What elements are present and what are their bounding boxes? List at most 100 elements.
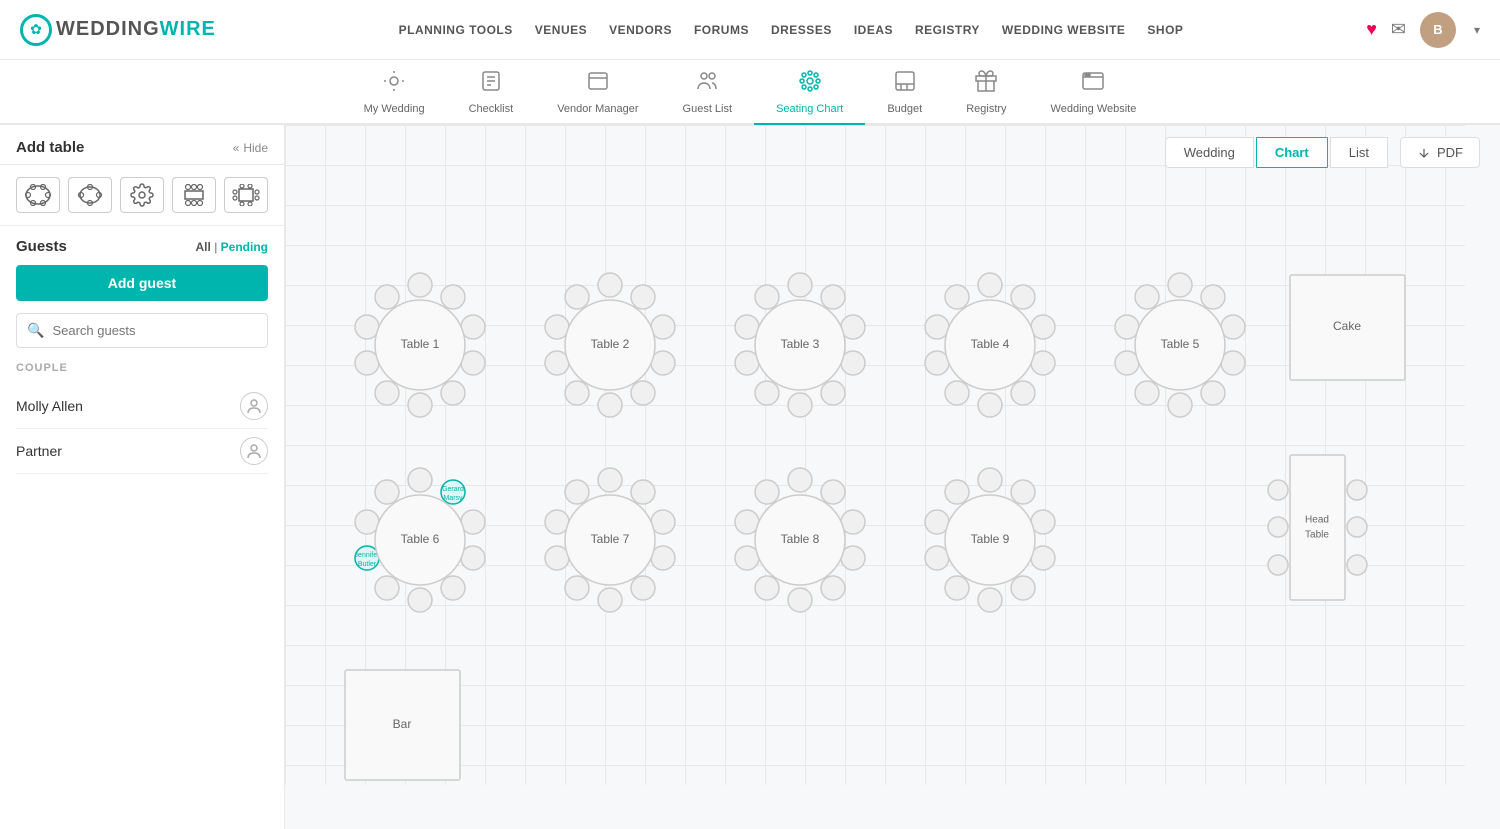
nav-link-vendors[interactable]: VENDORS: [609, 23, 672, 37]
add-rect-table-btn[interactable]: [172, 177, 216, 213]
guest-avatar-partner[interactable]: [240, 437, 268, 465]
table-8[interactable]: Table 8: [735, 468, 865, 612]
nav-link-venues[interactable]: VENUES: [535, 23, 587, 37]
heart-icon[interactable]: ♥: [1366, 19, 1377, 40]
filter-pending[interactable]: Pending: [221, 240, 268, 254]
guest-item-partner: Partner: [16, 429, 268, 474]
guests-section: Guests All | Pending Add guest 🔍 COUPLE …: [0, 226, 284, 829]
checklist-icon: [479, 69, 503, 99]
logo-icon: ✿: [30, 21, 42, 38]
nav-link-forums[interactable]: FORUMS: [694, 23, 749, 37]
nav-wedding-website[interactable]: Wedding Website: [1029, 60, 1159, 125]
top-nav-right: ♥ ✉ B ▾: [1366, 12, 1480, 48]
avatar[interactable]: B: [1420, 12, 1456, 48]
svg-text:Gerard: Gerard: [442, 486, 464, 493]
add-table-title: Add table: [16, 139, 84, 156]
bar-table[interactable]: Bar: [345, 670, 460, 780]
svg-text:Table 9: Table 9: [971, 532, 1010, 546]
logo[interactable]: ✿ WEDDINGWIRE: [20, 14, 216, 46]
my-wedding-icon: [382, 69, 406, 99]
search-input[interactable]: [52, 323, 257, 338]
nav-link-planning[interactable]: PLANNING TOOLS: [399, 23, 513, 37]
svg-text:Bar: Bar: [393, 717, 412, 731]
tab-wedding[interactable]: Wedding: [1165, 137, 1254, 168]
table-6[interactable]: Gerard Marsy Jennifer Butler Table 6: [355, 468, 485, 612]
nav-budget-label: Budget: [887, 103, 922, 115]
table-9[interactable]: Table 9: [925, 468, 1055, 612]
couple-section-label: COUPLE: [16, 362, 268, 374]
chart-toolbar: Wedding Chart List PDF: [1165, 137, 1480, 168]
logo-ring: ✿: [20, 14, 52, 46]
nav-vendor-manager[interactable]: Vendor Manager: [535, 60, 660, 125]
seating-chart-icon: [798, 69, 822, 99]
nav-guest-list-label: Guest List: [683, 103, 733, 115]
svg-text:Table 3: Table 3: [781, 337, 820, 351]
svg-text:Head: Head: [1305, 515, 1329, 526]
nav-link-ideas[interactable]: IDEAS: [854, 23, 893, 37]
guest-item-molly: Molly Allen: [16, 384, 268, 429]
logo-wire: WIRE: [160, 18, 216, 40]
vendor-manager-icon: [586, 69, 610, 99]
nav-wedding-website-label: Wedding Website: [1051, 103, 1137, 115]
registry-icon: [974, 69, 998, 99]
guest-list-icon: [695, 69, 719, 99]
wedding-website-icon: [1081, 69, 1105, 99]
search-box: 🔍: [16, 313, 268, 348]
guest-avatar-molly[interactable]: [240, 392, 268, 420]
cake-table[interactable]: Cake: [1290, 275, 1405, 380]
pdf-button[interactable]: PDF: [1400, 137, 1480, 168]
svg-text:Table 2: Table 2: [591, 337, 630, 351]
table-2[interactable]: Table 2: [545, 273, 675, 417]
nav-checklist-label: Checklist: [469, 103, 514, 115]
hide-chevron-icon: «: [233, 141, 240, 155]
mail-icon[interactable]: ✉: [1391, 19, 1406, 40]
svg-text:Butler: Butler: [358, 561, 377, 568]
add-round-table-small-btn[interactable]: [68, 177, 112, 213]
table-1[interactable]: Table 1: [355, 273, 485, 417]
nav-link-wedding-website[interactable]: WEDDING WEBSITE: [1002, 23, 1126, 37]
top-nav-links: PLANNING TOOLS VENUES VENDORS FORUMS DRE…: [399, 23, 1184, 37]
hide-button[interactable]: « Hide: [233, 141, 268, 155]
nav-seating-chart[interactable]: Seating Chart: [754, 60, 865, 125]
nav-my-wedding[interactable]: My Wedding: [342, 60, 447, 125]
nav-seating-chart-label: Seating Chart: [776, 103, 843, 115]
add-guest-button[interactable]: Add guest: [16, 265, 268, 301]
nav-link-dresses[interactable]: DRESSES: [771, 23, 832, 37]
top-nav: ✿ WEDDINGWIRE PLANNING TOOLS VENUES VEND…: [0, 0, 1500, 60]
logo-text: WEDDINGWIRE: [56, 18, 216, 41]
tab-chart[interactable]: Chart: [1256, 137, 1328, 168]
table-4[interactable]: Table 4: [925, 273, 1055, 417]
tab-list[interactable]: List: [1330, 137, 1388, 168]
table-3[interactable]: Table 3: [735, 273, 865, 417]
nav-checklist[interactable]: Checklist: [447, 60, 536, 125]
nav-budget[interactable]: Budget: [865, 60, 944, 125]
nav-vendor-manager-label: Vendor Manager: [557, 103, 638, 115]
add-gear-table-btn[interactable]: [120, 177, 164, 213]
seating-chart-svg[interactable]: Table 1 Table 2: [285, 125, 1465, 829]
guest-name-partner: Partner: [16, 443, 62, 459]
chart-area[interactable]: Wedding Chart List PDF: [285, 125, 1500, 829]
nav-guest-list[interactable]: Guest List: [661, 60, 755, 125]
guest-name-molly: Molly Allen: [16, 398, 83, 414]
guests-header: Guests All | Pending: [16, 238, 268, 255]
nav-registry[interactable]: Registry: [944, 60, 1028, 125]
add-square-table-btn[interactable]: [224, 177, 268, 213]
nav-my-wedding-label: My Wedding: [364, 103, 425, 115]
pdf-label: PDF: [1437, 145, 1463, 160]
head-table[interactable]: Head Table: [1268, 455, 1367, 600]
svg-text:Table 4: Table 4: [971, 337, 1010, 351]
add-round-table-btn[interactable]: [16, 177, 60, 213]
nav-link-registry[interactable]: REGISTRY: [915, 23, 980, 37]
filter-all[interactable]: All: [196, 240, 211, 254]
second-nav: My Wedding Checklist Vendor Manager Gues…: [0, 60, 1500, 125]
table-7[interactable]: Table 7: [545, 468, 675, 612]
nav-registry-label: Registry: [966, 103, 1006, 115]
logo-wedding: WEDDING: [56, 18, 160, 40]
table-5[interactable]: Table 5: [1115, 273, 1245, 417]
guests-filter: All | Pending: [196, 240, 268, 254]
svg-text:Table 8: Table 8: [781, 532, 820, 546]
chart-canvas: Table 1 Table 2: [285, 125, 1465, 785]
chevron-down-icon[interactable]: ▾: [1474, 23, 1480, 37]
nav-link-shop[interactable]: SHOP: [1147, 23, 1183, 37]
svg-text:Table 6: Table 6: [401, 532, 440, 546]
